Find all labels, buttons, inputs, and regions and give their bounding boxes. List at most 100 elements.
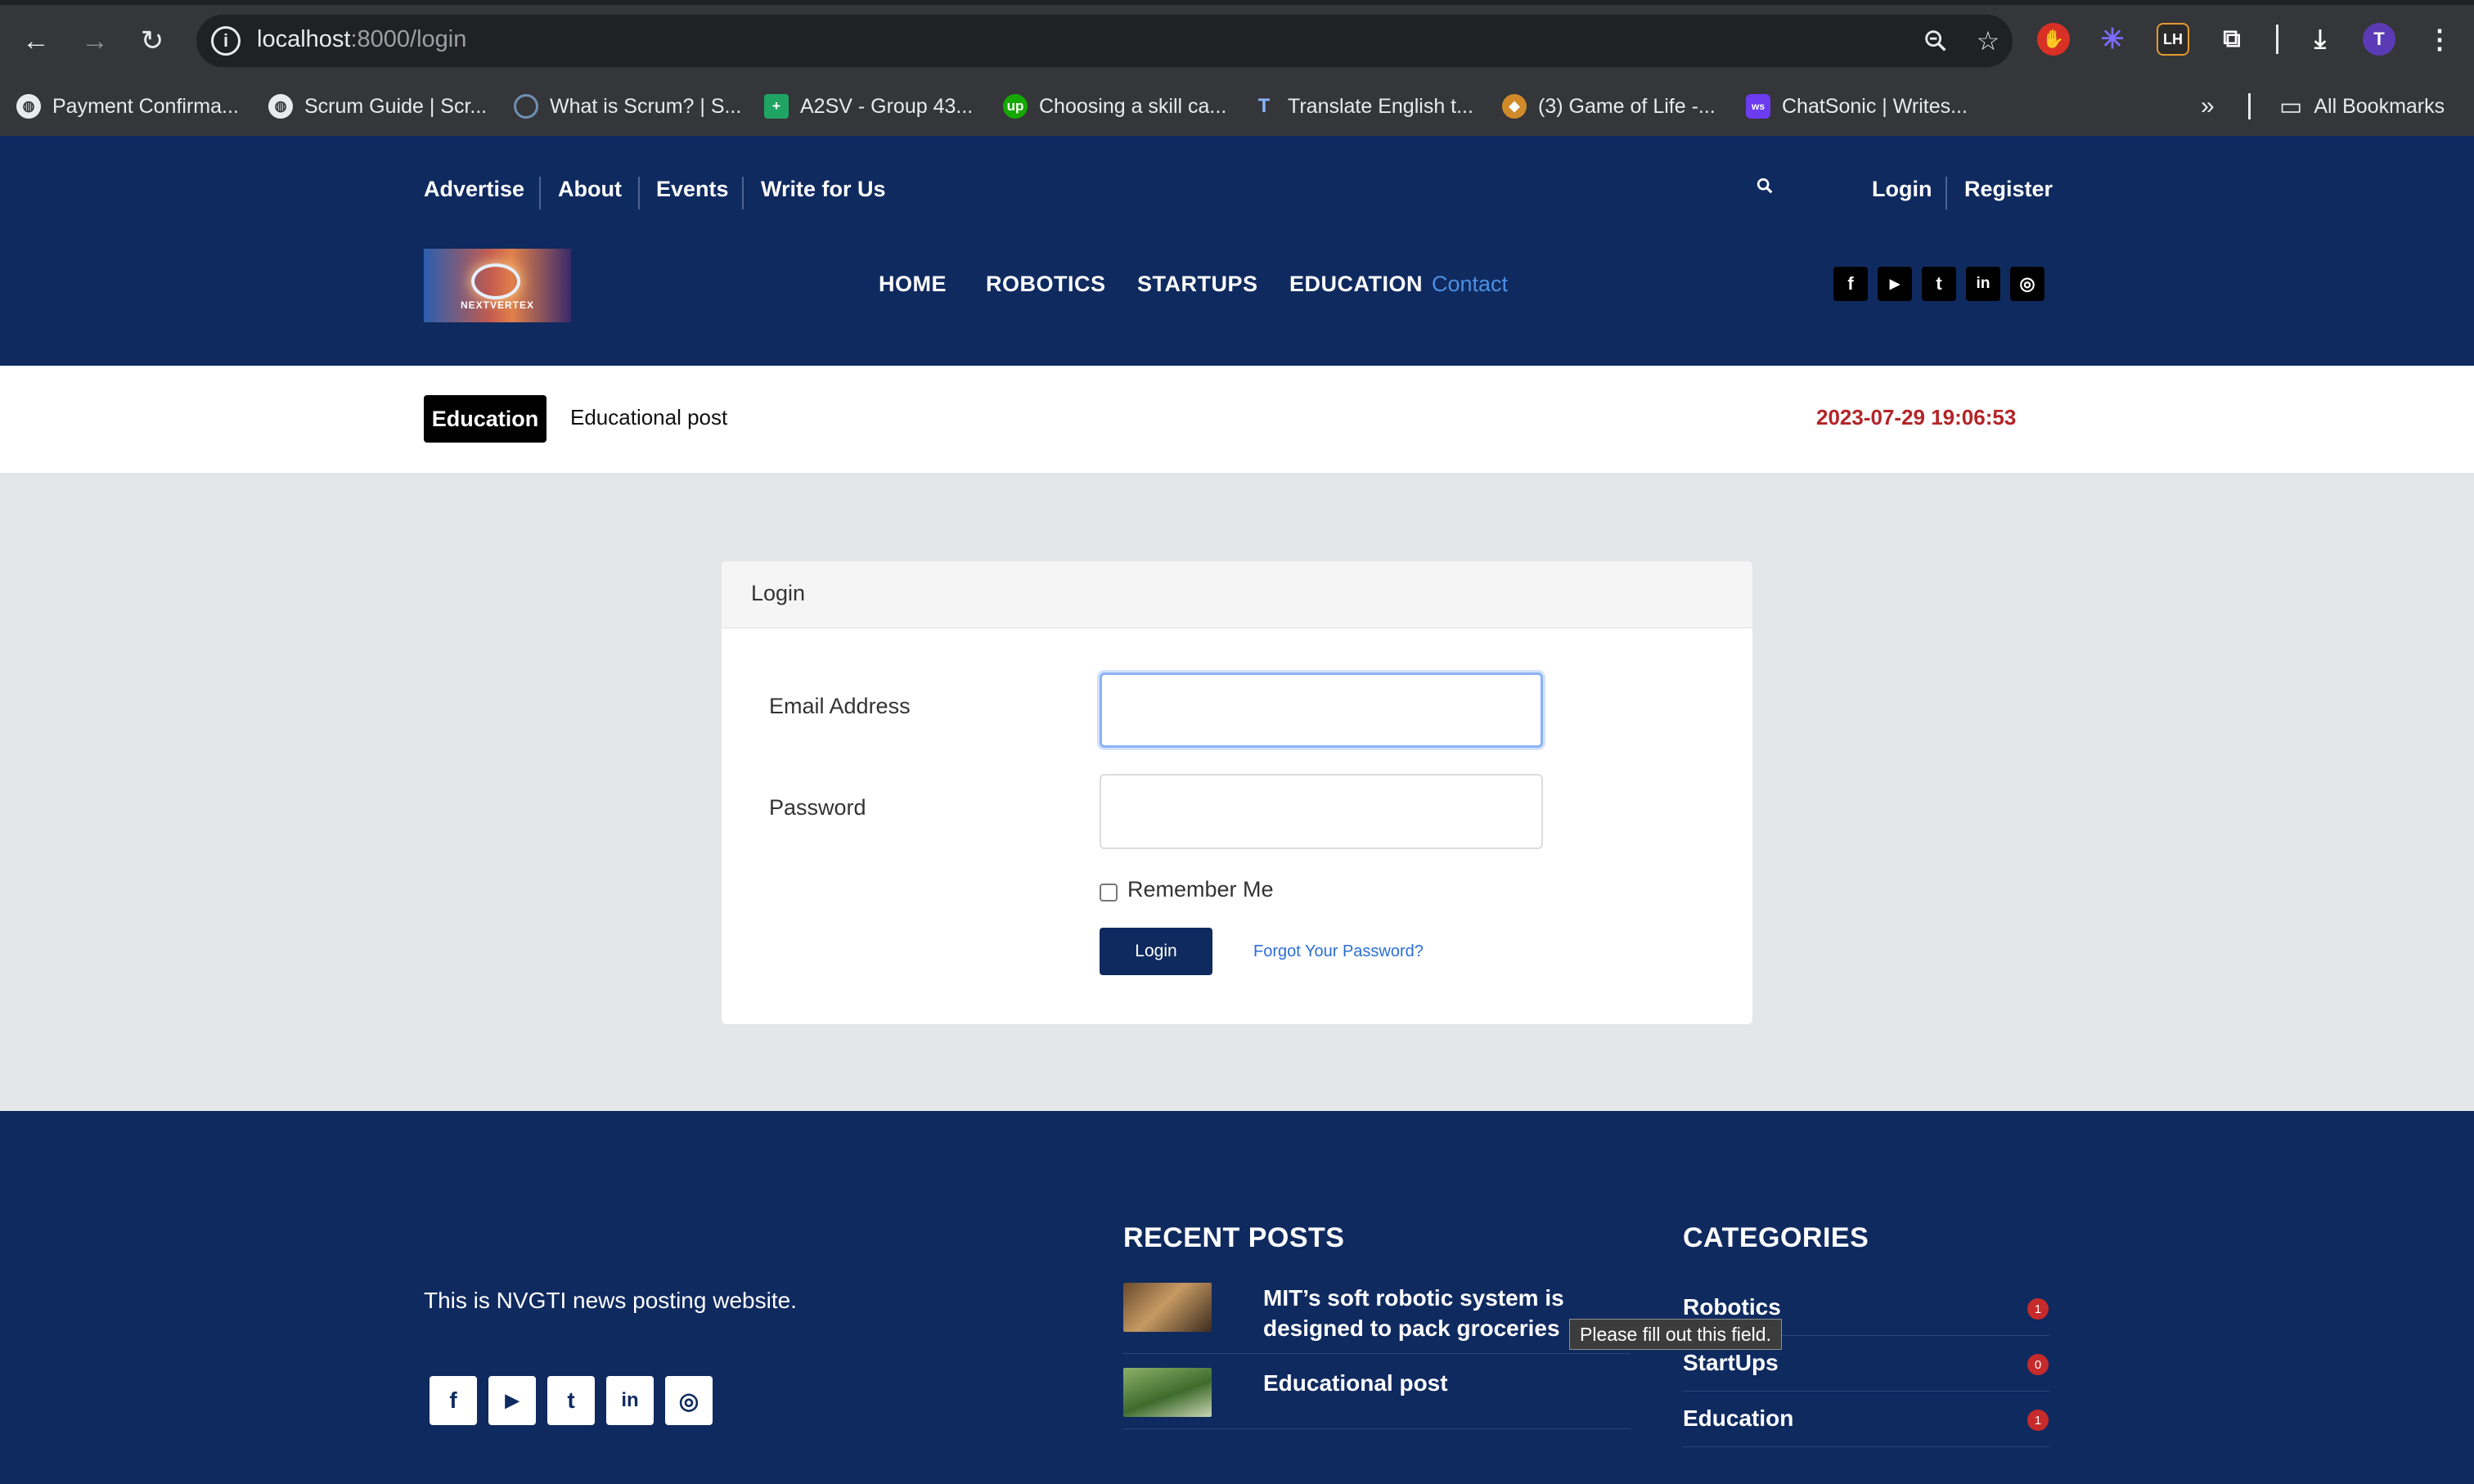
- all-bookmarks-label: All Bookmarks: [2314, 94, 2445, 118]
- divider: [1123, 1353, 1631, 1354]
- category-count-badge: 1: [2027, 1298, 2049, 1320]
- bookmark-label: What is Scrum? | S...: [550, 94, 742, 118]
- bookmark-item[interactable]: + A2SV - Group 43...: [764, 90, 973, 123]
- bookmark-item[interactable]: ws ChatSonic | Writes...: [1746, 90, 1968, 123]
- extension-lh-icon[interactable]: LH: [2157, 23, 2189, 56]
- bookmark-item[interactable]: ◆ (3) Game of Life -...: [1502, 90, 1716, 123]
- register-link[interactable]: Register: [1964, 177, 2053, 202]
- site-footer: This is NVGTI news posting website. f ▶ …: [0, 1111, 2474, 1484]
- bookmark-item[interactable]: ◍ Scrum Guide | Scr...: [268, 90, 487, 123]
- footer-youtube-icon[interactable]: ▶: [488, 1376, 536, 1425]
- post-thumbnail[interactable]: [1123, 1368, 1212, 1417]
- translate-icon: T: [1257, 95, 1271, 117]
- login-card-header: Login: [722, 561, 1752, 628]
- more-bookmarks-icon[interactable]: »: [2201, 90, 2215, 123]
- extension-adblock-icon[interactable]: ✋: [2037, 23, 2070, 56]
- downloads-icon[interactable]: ⤓: [2304, 23, 2337, 56]
- footer-instagram-icon[interactable]: ◎: [665, 1376, 713, 1425]
- post-thumbnail[interactable]: [1123, 1283, 1212, 1332]
- footer-twitter-icon[interactable]: t: [547, 1376, 595, 1425]
- sheets-icon: +: [764, 94, 789, 119]
- recent-posts-heading: RECENT POSTS: [1123, 1222, 1345, 1253]
- ticker-category-badge[interactable]: Education: [424, 395, 547, 443]
- bookmark-item[interactable]: up Choosing a skill ca...: [1003, 90, 1226, 123]
- nav-education[interactable]: EDUCATION: [1289, 272, 1423, 297]
- twitter-icon[interactable]: t: [1922, 267, 1956, 301]
- recent-post-title[interactable]: MIT’s soft robotic system is designed to…: [1263, 1283, 1574, 1343]
- address-bar[interactable]: i localhost:8000/login ☆: [196, 15, 2013, 67]
- login-submit-button[interactable]: Login: [1100, 928, 1212, 975]
- email-label: Email Address: [769, 694, 911, 718]
- category-count-badge: 0: [2027, 1354, 2049, 1375]
- zoom-icon[interactable]: [1918, 23, 1954, 59]
- category-robotics[interactable]: Robotics: [1683, 1294, 1781, 1320]
- validation-tooltip: Please fill out this field.: [1569, 1319, 1782, 1350]
- url-text[interactable]: localhost:8000/login: [257, 26, 466, 53]
- bookmark-item[interactable]: T Translate English t...: [1252, 90, 1473, 123]
- all-bookmarks[interactable]: ▭ All Bookmarks: [2279, 90, 2445, 123]
- toolbar-separator: [2276, 25, 2278, 54]
- bookmark-item[interactable]: ◍ Payment Confirma...: [16, 90, 239, 123]
- footer-about-text: This is NVGTI news posting website.: [424, 1288, 797, 1313]
- nav-robotics[interactable]: ROBOTICS: [986, 272, 1106, 297]
- divider: [1945, 177, 1947, 209]
- password-field[interactable]: [1100, 774, 1543, 849]
- ticker-datetime: 2023-07-29 19:06:53: [1816, 405, 2017, 429]
- category-education[interactable]: Education: [1683, 1405, 1793, 1432]
- bookmark-item[interactable]: What is Scrum? | S...: [514, 90, 741, 123]
- recent-post-title[interactable]: Educational post: [1263, 1368, 1574, 1398]
- reload-icon[interactable]: ↻: [131, 20, 173, 62]
- categories-heading: CATEGORIES: [1683, 1222, 1869, 1253]
- login-link[interactable]: Login: [1872, 177, 1932, 202]
- remember-me-checkbox[interactable]: [1100, 884, 1118, 902]
- site-header: Advertise About Events Write for Us Logi…: [0, 136, 2474, 366]
- profile-avatar[interactable]: T: [2363, 23, 2395, 56]
- profile-initial: T: [2373, 29, 2385, 49]
- logo-wordmark: NEXTVERTEX: [460, 299, 534, 311]
- extension-perplexity-icon[interactable]: ✳: [2096, 23, 2129, 56]
- facebook-icon[interactable]: f: [1833, 267, 1868, 301]
- nav-write-for-us[interactable]: Write for Us: [761, 177, 886, 202]
- bookmark-label: Scrum Guide | Scr...: [304, 94, 488, 118]
- instagram-icon[interactable]: ◎: [2010, 267, 2044, 301]
- extensions-puzzle-icon[interactable]: ⧉: [2215, 23, 2248, 56]
- divider: [742, 177, 744, 209]
- bookmark-label: (3) Game of Life -...: [1538, 94, 1716, 118]
- site-info-icon[interactable]: i: [211, 26, 241, 56]
- bookmark-star-icon[interactable]: ☆: [1970, 23, 2006, 59]
- browser-chrome: ← → ↻ i localhost:8000/login ☆ ✋ ✳ LH ⧉ …: [0, 0, 2474, 136]
- email-field[interactable]: [1100, 672, 1543, 748]
- footer-linkedin-icon[interactable]: in: [606, 1376, 654, 1425]
- category-startups[interactable]: StartUps: [1683, 1350, 1779, 1376]
- forward-icon[interactable]: →: [74, 20, 116, 62]
- ticker-headline[interactable]: Educational post: [570, 405, 727, 430]
- site-logo[interactable]: NEXTVERTEX: [424, 249, 571, 322]
- bookmark-label: Choosing a skill ca...: [1039, 94, 1227, 118]
- forgot-password-link[interactable]: Forgot Your Password?: [1253, 942, 1424, 961]
- footer-facebook-icon[interactable]: f: [430, 1376, 477, 1425]
- divider: [539, 177, 541, 209]
- category-count-badge: 1: [2027, 1410, 2049, 1431]
- nav-startups[interactable]: STARTUPS: [1137, 272, 1258, 297]
- game-icon: ◆: [1502, 94, 1527, 119]
- menu-kebab-icon[interactable]: ⋮: [2423, 23, 2456, 56]
- globe-icon: ◍: [268, 94, 293, 119]
- upwork-icon: up: [1003, 94, 1028, 119]
- login-card: Login Email Address Password Remember Me…: [722, 561, 1752, 1024]
- globe-icon: ◍: [16, 94, 41, 119]
- divider: [1123, 1428, 1631, 1429]
- back-icon[interactable]: ←: [15, 20, 57, 62]
- remember-me-label[interactable]: Remember Me: [1127, 877, 1274, 902]
- nav-about[interactable]: About: [558, 177, 622, 202]
- linkedin-icon[interactable]: in: [1966, 267, 2000, 301]
- bookmarks-bar: ◍ Payment Confirma... ◍ Scrum Guide | Scr.…: [0, 85, 2474, 128]
- search-icon[interactable]: [1756, 177, 1774, 199]
- youtube-icon[interactable]: ▶: [1878, 267, 1912, 301]
- nav-home[interactable]: HOME: [879, 272, 947, 297]
- folder-icon: ▭: [2279, 92, 2303, 120]
- bookmark-label: ChatSonic | Writes...: [1782, 94, 1968, 118]
- nav-events[interactable]: Events: [656, 177, 729, 202]
- nav-contact[interactable]: Contact: [1432, 272, 1508, 297]
- nav-advertise[interactable]: Advertise: [424, 177, 524, 202]
- divider: [638, 177, 640, 209]
